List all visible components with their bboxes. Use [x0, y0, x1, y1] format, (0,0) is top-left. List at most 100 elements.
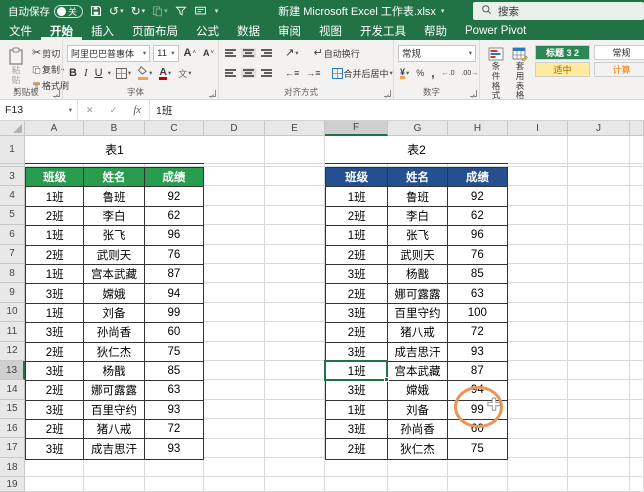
search-input[interactable]: 搜索 [473, 2, 644, 20]
decrease-decimal-button[interactable]: .00→ [459, 69, 480, 78]
merge-center-button[interactable]: 合并后居中▾ [330, 66, 395, 81]
table1-cell[interactable]: 李白 [84, 207, 144, 226]
table1-cell[interactable]: 94 [145, 284, 203, 303]
underline-button[interactable]: U [93, 66, 105, 80]
tab-公式[interactable]: 公式 [187, 22, 228, 40]
table2-cell[interactable]: 1班 [326, 226, 388, 245]
table2-cell[interactable]: 娜可露露 [388, 284, 447, 303]
row-header-15[interactable]: 15 [0, 400, 25, 419]
column-header-A[interactable]: A [25, 121, 84, 136]
format-as-table-button[interactable]: 套用表格格式▾ [508, 45, 532, 99]
row-header-8[interactable]: 8 [0, 264, 25, 283]
column-header-I[interactable]: I [508, 121, 568, 136]
table1-cell[interactable]: 3班 [26, 401, 84, 420]
table1-cell[interactable]: 鲁班 [84, 187, 144, 206]
table1-cell[interactable]: 93 [145, 439, 203, 458]
row-header-1[interactable]: 1 [0, 136, 25, 164]
form-icon[interactable] [194, 5, 207, 17]
sheet-area[interactable]: 表1班级姓名成绩1班鲁班922班李白621班张飞962班武则天761班宫本武藏8… [25, 136, 644, 492]
table1-cell[interactable]: 76 [145, 246, 203, 265]
redo-icon[interactable]: ↻▾ [131, 5, 146, 17]
table1-cell[interactable]: 99 [145, 304, 203, 323]
increase-decimal-button[interactable]: ←.0 [440, 69, 457, 78]
column-header-D[interactable]: D [204, 121, 265, 136]
grow-font-button[interactable]: A˄ [182, 46, 198, 60]
tab-视图[interactable]: 视图 [310, 22, 351, 40]
row-header-11[interactable]: 11 [0, 322, 25, 341]
table1-cell[interactable]: 60 [145, 323, 203, 342]
insert-function-icon[interactable]: fx [133, 105, 141, 116]
orientation-button[interactable]: ↗▾ [283, 47, 300, 60]
table1-cell[interactable]: 成吉思汗 [84, 439, 144, 458]
table1-cell[interactable]: 2班 [26, 246, 84, 265]
table2-cell[interactable]: 76 [448, 246, 507, 265]
alignment-dialog-launcher[interactable] [384, 90, 391, 97]
table2-cell[interactable]: 猪八戒 [388, 323, 447, 342]
table2-cell[interactable]: 3班 [326, 304, 388, 323]
column-header-partial[interactable] [630, 121, 644, 136]
table2-cell[interactable]: 2班 [326, 207, 388, 226]
table1-cell[interactable]: 刘备 [84, 304, 144, 323]
tab-Power Pivot[interactable]: Power Pivot [456, 22, 535, 40]
row-header-10[interactable]: 10 [0, 303, 25, 322]
table1-cell[interactable]: 72 [145, 420, 203, 439]
autosave-toggle[interactable]: 自动保存 关 [8, 4, 83, 19]
table1-cell[interactable]: 75 [145, 343, 203, 362]
table1-cell[interactable]: 百里守约 [84, 401, 144, 420]
row-header-19[interactable]: 19 [0, 477, 25, 492]
table2-cell[interactable]: 85 [448, 265, 507, 284]
row-header-12[interactable]: 12 [0, 342, 25, 361]
table2-cell[interactable]: 63 [448, 284, 507, 303]
font-name-select[interactable]: 阿里巴巴普惠体▾ [67, 45, 150, 62]
table1-cell[interactable]: 嫦娥 [84, 284, 144, 303]
column-header-G[interactable]: G [388, 121, 448, 136]
comma-button[interactable]: , [429, 65, 436, 81]
table1-cell[interactable]: 张飞 [84, 226, 144, 245]
cell-style-chip-2[interactable]: 常规 [594, 45, 644, 60]
table1-cell[interactable]: 杨戬 [84, 362, 144, 381]
table2-cell[interactable]: 100 [448, 304, 507, 323]
table1-cell[interactable]: 62 [145, 207, 203, 226]
table2-cell[interactable]: 张飞 [388, 226, 447, 245]
wrap-text-button[interactable]: ↵自动换行 [311, 46, 361, 61]
font-size-select[interactable]: 11▾ [153, 45, 178, 62]
table1-cell[interactable]: 3班 [26, 284, 84, 303]
table1-cell[interactable]: 2班 [26, 420, 84, 439]
column-header-C[interactable]: C [145, 121, 204, 136]
tab-数据[interactable]: 数据 [228, 22, 269, 40]
column-header-H[interactable]: H [448, 121, 508, 136]
fill-handle[interactable] [384, 377, 389, 382]
number-format-select[interactable]: 常规▾ [398, 45, 476, 62]
table2-cell[interactable]: 3班 [326, 265, 388, 284]
qat-overflow-icon[interactable]: ▾ [214, 8, 219, 15]
table2-cell[interactable]: 72 [448, 323, 507, 342]
table1-cell[interactable]: 1班 [26, 304, 84, 323]
table1-cell[interactable]: 85 [145, 362, 203, 381]
table1-cell[interactable]: 宫本武藏 [84, 265, 144, 284]
row-header-7[interactable]: 7 [0, 245, 25, 264]
table2-cell[interactable]: 96 [448, 226, 507, 245]
align-bottom-button[interactable] [259, 48, 274, 58]
row-header-16[interactable]: 16 [0, 419, 25, 438]
clipboard-dialog-launcher[interactable] [53, 90, 60, 97]
row-header-9[interactable]: 9 [0, 283, 25, 302]
align-center-button[interactable] [241, 68, 256, 78]
cancel-icon[interactable]: ✕ [86, 105, 94, 116]
table2-cell[interactable]: 3班 [326, 420, 388, 439]
filter-icon[interactable] [175, 5, 187, 17]
fill-color-button[interactable]: ▾ [136, 65, 154, 81]
cell-style-chip-1[interactable]: 标题 3 2 [535, 45, 590, 60]
table2-cell[interactable]: 百里守约 [388, 304, 447, 323]
align-right-button[interactable] [259, 68, 274, 78]
table1-cell[interactable]: 92 [145, 187, 203, 206]
column-header-B[interactable]: B [84, 121, 145, 136]
percent-button[interactable]: % [414, 67, 426, 79]
row-header-4[interactable]: 4 [0, 186, 25, 205]
increase-indent-button[interactable]: →≡ [304, 68, 322, 79]
row-header-6[interactable]: 6 [0, 225, 25, 244]
row-header-18[interactable]: 18 [0, 458, 25, 477]
italic-button[interactable]: I [82, 66, 90, 80]
table2-cell[interactable]: 1班 [326, 187, 388, 206]
table2-cell[interactable]: 2班 [326, 323, 388, 342]
column-header-E[interactable]: E [265, 121, 325, 136]
